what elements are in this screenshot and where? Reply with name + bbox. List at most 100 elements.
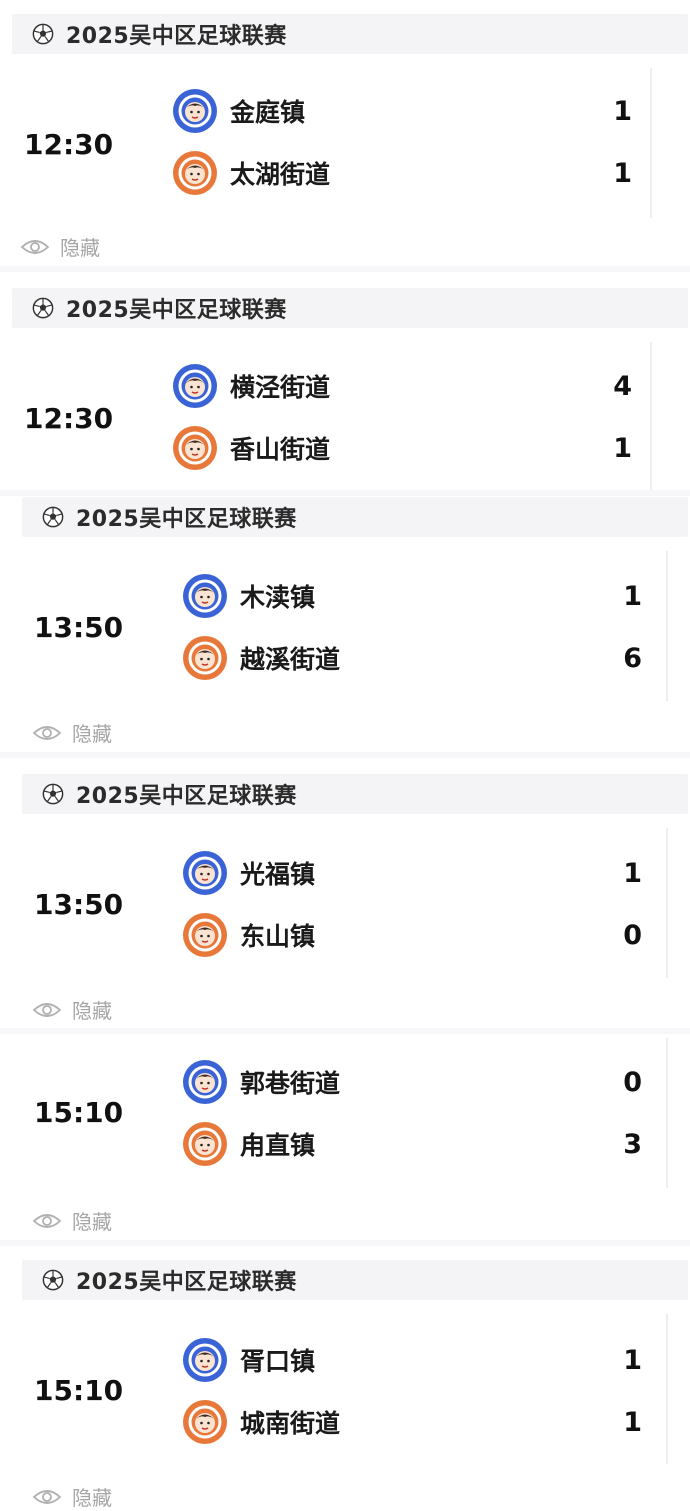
section-divider xyxy=(0,1028,690,1034)
away-team-name: 香山街道 xyxy=(230,435,331,464)
soccer-ball-icon xyxy=(42,506,64,528)
away-team-crest-icon xyxy=(183,636,227,680)
match-time: 15:10 xyxy=(34,1096,124,1129)
home-team-row: 郭巷街道 0 xyxy=(182,1057,642,1107)
section-divider xyxy=(0,1240,690,1246)
home-team-crest-icon xyxy=(183,851,227,895)
eye-icon xyxy=(32,1002,62,1017)
home-team-row: 横泾街道 4 xyxy=(172,361,632,411)
away-team-crest-icon xyxy=(173,426,217,470)
hide-toggle[interactable]: 隐藏 xyxy=(32,1206,112,1235)
match-card[interactable]: 15:10 郭巷街道 0 甪直镇 3 xyxy=(32,1038,652,1188)
away-team-score: 1 xyxy=(623,1406,642,1438)
match-time: 13:50 xyxy=(34,611,124,644)
match-card[interactable]: 13:50 光福镇 1 东山镇 0 xyxy=(32,830,652,980)
hide-toggle[interactable]: 隐藏 xyxy=(32,1482,112,1511)
away-team-score: 3 xyxy=(623,1128,642,1160)
away-team-name: 东山镇 xyxy=(240,922,316,951)
league-header[interactable]: 2025吴中区足球联赛 xyxy=(12,288,688,328)
away-team-name: 甪直镇 xyxy=(240,1131,316,1160)
away-team-row: 太湖街道 1 xyxy=(172,148,632,198)
league-name: 2025吴中区足球联赛 xyxy=(76,784,297,809)
hide-toggle[interactable]: 隐藏 xyxy=(32,995,112,1024)
card-divider-line xyxy=(666,828,668,978)
card-divider-line xyxy=(666,1314,668,1464)
card-divider-line xyxy=(650,68,652,218)
home-team-name: 横泾街道 xyxy=(230,373,331,402)
home-team-row: 金庭镇 1 xyxy=(172,86,632,136)
league-name: 2025吴中区足球联赛 xyxy=(66,24,287,49)
soccer-ball-icon xyxy=(42,783,64,805)
home-team-crest-icon xyxy=(173,89,217,133)
home-team-name: 金庭镇 xyxy=(230,98,306,127)
match-card[interactable]: 13:50 木渎镇 1 越溪街道 6 xyxy=(32,553,652,703)
section-divider xyxy=(0,752,690,758)
card-divider-line xyxy=(650,342,652,492)
home-team-score: 1 xyxy=(613,95,632,127)
soccer-ball-icon xyxy=(42,1269,64,1291)
soccer-ball-icon xyxy=(32,297,54,319)
away-team-score: 1 xyxy=(613,157,632,189)
away-team-name: 城南街道 xyxy=(240,1409,341,1438)
away-team-row: 甪直镇 3 xyxy=(182,1119,642,1169)
hide-toggle[interactable]: 隐藏 xyxy=(20,232,100,261)
league-header[interactable]: 2025吴中区足球联赛 xyxy=(22,774,688,814)
home-team-name: 郭巷街道 xyxy=(240,1069,341,1098)
league-header[interactable]: 2025吴中区足球联赛 xyxy=(12,14,688,54)
league-header[interactable]: 2025吴中区足球联赛 xyxy=(22,1260,688,1300)
home-team-score: 4 xyxy=(613,370,632,402)
league-name: 2025吴中区足球联赛 xyxy=(76,1270,297,1295)
league-name: 2025吴中区足球联赛 xyxy=(66,298,287,323)
home-team-crest-icon xyxy=(183,574,227,618)
home-team-name: 木渎镇 xyxy=(240,583,316,612)
section-divider xyxy=(0,490,690,496)
away-team-score: 6 xyxy=(623,642,642,674)
home-team-crest-icon xyxy=(183,1060,227,1104)
match-card[interactable]: 15:10 胥口镇 1 城南街道 1 xyxy=(32,1316,652,1466)
home-team-row: 木渎镇 1 xyxy=(182,571,642,621)
card-divider-line xyxy=(666,551,668,701)
home-team-score: 1 xyxy=(623,857,642,889)
hide-label: 隐藏 xyxy=(72,722,112,746)
away-team-row: 东山镇 0 xyxy=(182,910,642,960)
match-card[interactable]: 12:30 横泾街道 4 香山街道 1 xyxy=(22,344,642,494)
home-team-row: 光福镇 1 xyxy=(182,848,642,898)
home-team-crest-icon xyxy=(173,364,217,408)
hide-label: 隐藏 xyxy=(60,236,100,260)
away-team-crest-icon xyxy=(183,913,227,957)
match-time: 12:30 xyxy=(24,128,114,161)
away-team-crest-icon xyxy=(173,151,217,195)
home-team-name: 胥口镇 xyxy=(240,1347,316,1376)
home-team-score: 0 xyxy=(623,1066,642,1098)
home-team-name: 光福镇 xyxy=(240,860,316,889)
section-divider xyxy=(0,266,690,272)
match-time: 15:10 xyxy=(34,1374,124,1407)
hide-label: 隐藏 xyxy=(72,1210,112,1234)
match-time: 13:50 xyxy=(34,888,124,921)
card-divider-line xyxy=(666,1038,668,1188)
hide-toggle[interactable]: 隐藏 xyxy=(32,718,112,747)
away-team-score: 0 xyxy=(623,919,642,951)
match-card[interactable]: 12:30 金庭镇 1 太湖街道 1 xyxy=(22,70,642,220)
hide-label: 隐藏 xyxy=(72,999,112,1023)
home-team-row: 胥口镇 1 xyxy=(182,1335,642,1385)
hide-label: 隐藏 xyxy=(72,1486,112,1510)
away-team-crest-icon xyxy=(183,1400,227,1444)
away-team-name: 太湖街道 xyxy=(230,160,331,189)
home-team-score: 1 xyxy=(623,1344,642,1376)
away-team-crest-icon xyxy=(183,1122,227,1166)
eye-icon xyxy=(32,1489,62,1504)
eye-icon xyxy=(32,725,62,740)
match-time: 12:30 xyxy=(24,402,114,435)
away-team-row: 香山街道 1 xyxy=(172,423,632,473)
away-team-name: 越溪街道 xyxy=(240,645,341,674)
away-team-row: 越溪街道 6 xyxy=(182,633,642,683)
league-header[interactable]: 2025吴中区足球联赛 xyxy=(22,497,688,537)
away-team-row: 城南街道 1 xyxy=(182,1397,642,1447)
home-team-crest-icon xyxy=(183,1338,227,1382)
eye-icon xyxy=(32,1213,62,1228)
home-team-score: 1 xyxy=(623,580,642,612)
away-team-score: 1 xyxy=(613,432,632,464)
eye-icon xyxy=(20,239,50,254)
league-name: 2025吴中区足球联赛 xyxy=(76,507,297,532)
